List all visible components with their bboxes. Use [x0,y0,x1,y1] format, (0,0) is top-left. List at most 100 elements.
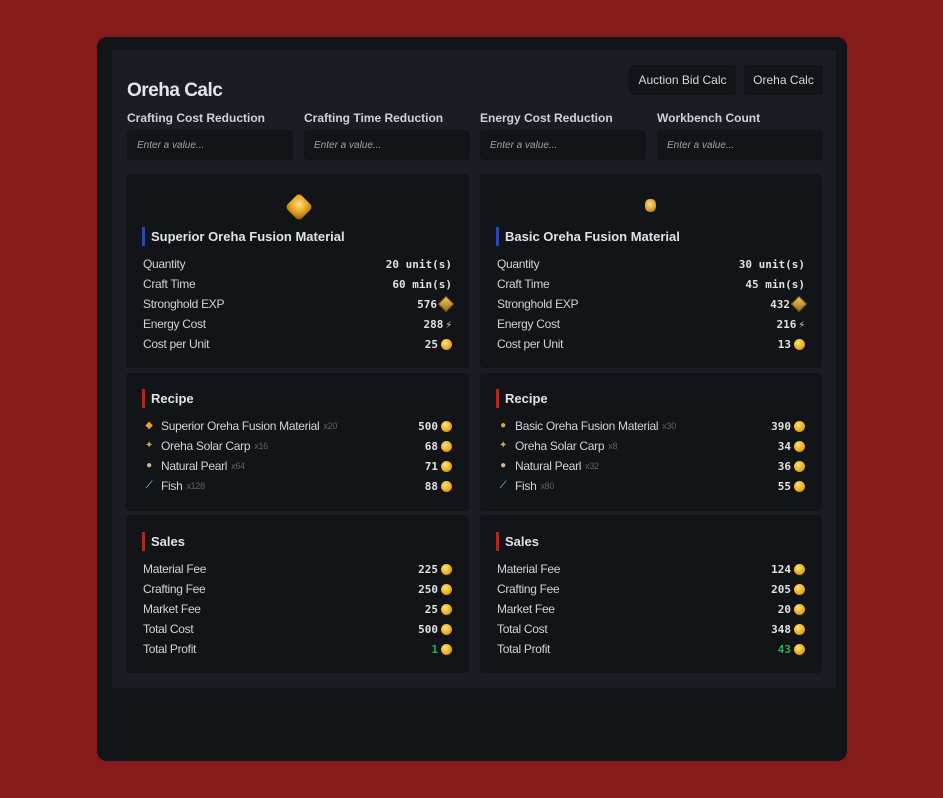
stat-label: Stronghold EXP [497,297,579,311]
app-window: Oreha Calc Auction Bid Calc Oreha Calc C… [97,37,847,761]
price-wrap: 500 [418,623,452,636]
solar-carp-icon: ✦ [498,440,508,451]
stronghold-exp-icon [437,295,455,313]
ingredient-price: 390 [771,419,791,433]
sales-label: Material Fee [497,562,561,576]
sales-card-basic: Sales Material Fee 124 Crafting Fee 205 Ma… [480,515,822,673]
stat-row: Quantity 30 unit(s) [497,256,805,272]
price-wrap: 225 [418,563,452,576]
ingredient-wrap: ◆ Superior Oreha Fusion Material x20 [143,419,337,433]
stat-value: 45 min(s) [745,277,805,291]
natural-pearl-icon: ● [500,460,506,471]
sales-value: 124 [771,562,791,576]
price-wrap: 205 [771,583,805,596]
price-wrap: 348 [771,623,805,636]
price-wrap: 88 [425,480,452,493]
sales-value: 20 [777,602,791,616]
recipe-row: ⟋ Fish x80 55 [497,478,805,494]
sales-label: Total Cost [143,622,194,636]
stronghold-exp-icon [790,295,808,313]
ingredient-qty: x128 [186,481,205,491]
superior-oreha-icon [284,192,314,222]
recipe-card-basic: Recipe ● Basic Oreha Fusion Material x30 39… [480,373,822,511]
stat-value: 576 [417,297,437,311]
auction-bid-calc-button[interactable]: Auction Bid Calc [629,65,736,95]
recipe-heading: Recipe [142,389,194,408]
ingredient-price: 71 [424,459,438,473]
gold-icon [794,623,805,635]
sales-row: Material Fee 225 [143,561,452,577]
sales-label: Market Fee [497,602,555,616]
sales-row: Market Fee 20 [497,601,805,617]
sales-value: 25 [424,602,438,616]
ingredient-qty: x8 [608,441,618,451]
gold-icon [441,480,452,492]
stat-value: 13 [777,337,791,351]
price-wrap: 500 [418,420,452,433]
crafting-time-reduction-input[interactable] [304,130,470,160]
recipe-row: ⟋ Fish x128 88 [143,478,452,494]
stat-row: Energy Cost 216 ⚡ [497,316,805,332]
ingredient-name: Natural Pearl [161,459,228,473]
basic-oreha-icon: ● [500,420,506,431]
material-card-basic: Basic Oreha Fusion Material Quantity 30 u… [480,174,822,368]
sales-row: Total Cost 348 [497,621,805,637]
stat-value-wrap: 216 ⚡ [777,318,806,331]
material-card-superior: Superior Oreha Fusion Material Quantity 2… [126,174,469,368]
sales-label: Crafting Fee [143,582,206,596]
ingredient-qty: x20 [323,421,338,431]
gold-icon [441,338,452,350]
material-name: Superior Oreha Fusion Material [142,227,345,246]
energy-cost-reduction-input[interactable] [480,130,646,160]
ingredient-wrap: ✦ Oreha Solar Carp x8 [497,439,618,453]
oreha-calc-button[interactable]: Oreha Calc [744,65,823,95]
sales-heading: Sales [142,532,185,551]
stat-value: 288 [423,317,444,331]
sales-value: 500 [418,622,438,636]
workbench-count-label: Workbench Count [657,111,761,125]
ingredient-name: Fish [515,479,537,493]
gold-icon [441,563,452,575]
recipe-row: ◆ Superior Oreha Fusion Material x20 500 [143,418,452,434]
stat-label: Craft Time [143,277,196,291]
stat-value: 20 unit(s) [385,257,452,271]
stat-row: Cost per Unit 25 [143,336,452,352]
ingredient-wrap: ⟋ Fish x128 [143,479,205,493]
energy-cost-reduction-label: Energy Cost Reduction [480,111,613,125]
ingredient-price: 88 [424,479,438,493]
recipe-row: ● Basic Oreha Fusion Material x30 390 [497,418,805,434]
gold-icon [441,440,452,452]
gold-icon [794,603,805,615]
fish-icon: ⟋ [499,480,507,491]
stat-value: 30 unit(s) [738,257,805,271]
page-title: Oreha Calc [127,80,223,101]
natural-pearl-icon: ● [146,460,152,471]
crafting-cost-reduction-label: Crafting Cost Reduction [127,111,265,125]
stat-row: Quantity 20 unit(s) [143,256,452,272]
stat-value-wrap: 432 [770,295,808,313]
crafting-cost-reduction-input[interactable] [127,130,293,160]
sales-row: Total Cost 500 [143,621,452,637]
gold-icon [794,420,805,432]
sales-row: Market Fee 25 [143,601,452,617]
gold-icon [794,338,805,350]
workbench-count-input[interactable] [657,130,823,160]
energy-icon: ⚡ [445,317,452,331]
stat-value: 60 min(s) [392,277,452,291]
ingredient-name: Oreha Solar Carp [161,439,251,453]
sales-row: Crafting Fee 250 [143,581,452,597]
gold-icon [441,583,452,595]
stat-value: 432 [770,297,790,311]
material-name: Basic Oreha Fusion Material [496,227,680,246]
sales-label: Total Cost [497,622,548,636]
ingredient-price: 68 [424,439,438,453]
price-wrap: 1 [431,643,452,656]
ingredient-price: 34 [777,439,791,453]
stat-row: Cost per Unit 13 [497,336,805,352]
price-wrap: 43 [778,643,805,656]
stat-label: Energy Cost [497,317,560,331]
gold-icon [794,563,805,575]
energy-icon: ⚡ [798,317,805,331]
total-profit-value: 1 [431,642,438,656]
stat-label: Craft Time [497,277,550,291]
